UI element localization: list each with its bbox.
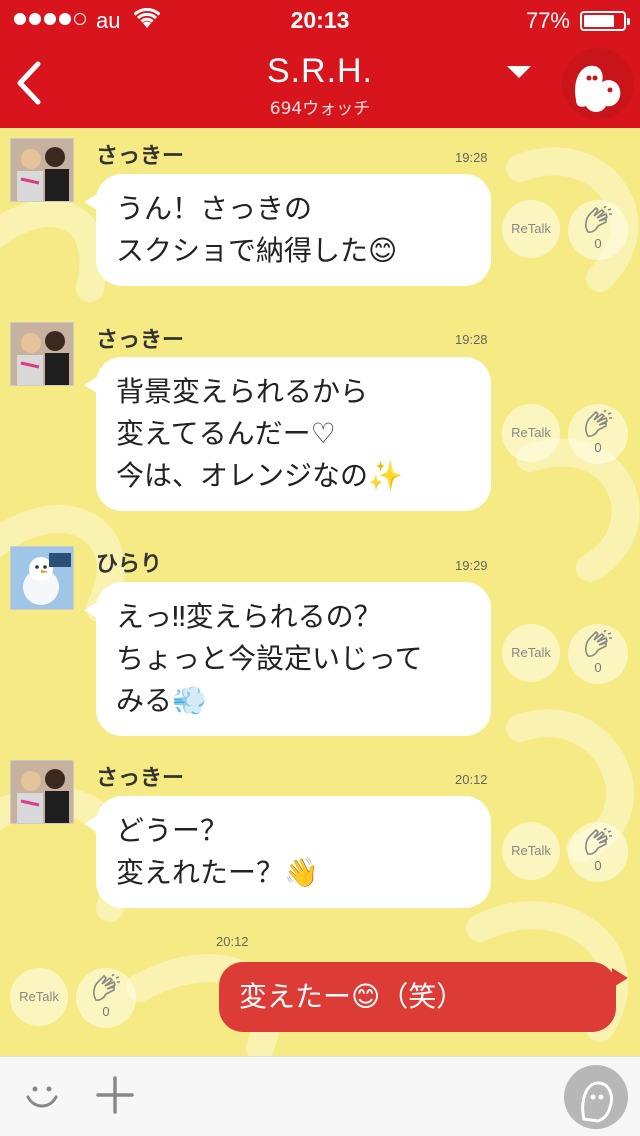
avatar[interactable] xyxy=(10,546,74,610)
clap-button[interactable]: 0 xyxy=(568,624,628,684)
avatar[interactable] xyxy=(10,760,74,824)
avatar[interactable] xyxy=(10,322,74,386)
message-line: 今は、オレンジなの✨ xyxy=(116,459,403,492)
message-time: 20:12 xyxy=(455,772,488,787)
message-line: みる💨 xyxy=(116,684,207,717)
battery-icon xyxy=(580,11,630,31)
clap-button[interactable]: 0 xyxy=(568,200,628,260)
retalk-button[interactable]: ReTalk xyxy=(502,624,560,682)
sender-name: ひらり xyxy=(96,552,163,577)
plus-icon[interactable] xyxy=(95,1075,135,1115)
message-time: 20:12 xyxy=(216,934,249,949)
clap-icon xyxy=(585,630,612,657)
room-title: S.R.H. xyxy=(266,52,374,90)
clap-count: 0 xyxy=(594,440,602,455)
clap-icon xyxy=(585,410,612,437)
clap-icon xyxy=(585,828,612,855)
emoji-icon[interactable] xyxy=(22,1075,62,1115)
sender-name: さっきー xyxy=(96,766,185,791)
clap-count: 0 xyxy=(102,1004,110,1019)
clap-count: 0 xyxy=(594,236,602,251)
message-bubble[interactable]: どうー？ 変えれたー？👋 xyxy=(84,796,491,908)
battery-percentage: 77% xyxy=(525,8,570,33)
sender-name: さっきー xyxy=(96,144,185,169)
retalk-button[interactable]: ReTalk xyxy=(502,200,560,258)
message-line: どうー？ xyxy=(116,814,229,847)
message-line: スクショで納得した😊 xyxy=(116,234,398,267)
clap-count: 0 xyxy=(594,660,602,675)
avatar[interactable] xyxy=(10,138,74,202)
top-bar: au 20:13 77% S.R.H. 694ウォッチ xyxy=(0,0,640,128)
clap-count: 0 xyxy=(594,858,602,873)
message-bubble[interactable]: うん！さっきの スクショで納得した😊 xyxy=(84,174,491,286)
room-avatar[interactable] xyxy=(562,48,634,120)
message-line: えっ‼変えられるの？ xyxy=(116,600,382,633)
message-time: 19:28 xyxy=(455,332,488,347)
clap-button[interactable]: 0 xyxy=(568,822,628,882)
message-time: 19:28 xyxy=(455,150,488,165)
retalk-button[interactable]: ReTalk xyxy=(502,404,560,462)
ghost-mascot-icon xyxy=(562,48,634,120)
retalk-button[interactable]: ReTalk xyxy=(10,968,68,1026)
message-line: うん！さっきの xyxy=(116,192,313,225)
input-bar xyxy=(0,1056,640,1136)
clap-icon xyxy=(93,974,120,1001)
sender-name: さっきー xyxy=(96,328,185,353)
message-line: ちょっと今設定いじって xyxy=(116,642,423,675)
message-bubble[interactable]: えっ‼変えられるの？ ちょっと今設定いじって みる💨 xyxy=(84,582,491,736)
chevron-down-icon[interactable] xyxy=(505,62,533,82)
watch-count: 694ウォッチ xyxy=(269,99,371,119)
clap-button[interactable]: 0 xyxy=(568,404,628,464)
clap-button[interactable]: 0 xyxy=(76,968,136,1028)
message-bubble[interactable]: 背景変えられるから 変えてるんだー♡ 今は、オレンジなの✨ xyxy=(84,357,491,511)
status-bar: au 20:13 77% xyxy=(0,0,640,40)
send-button[interactable] xyxy=(564,1065,628,1129)
ghost-icon xyxy=(581,1081,613,1123)
outgoing-bubble[interactable]: 変えたー😊（笑） xyxy=(219,962,628,1032)
chat-area[interactable]: さっきー 19:28 うん！さっきの スクショで納得した😊 ReTalk 0 さ… xyxy=(0,128,640,1056)
retalk-button[interactable]: ReTalk xyxy=(502,822,560,880)
message-line: 変えれたー？👋 xyxy=(116,856,319,889)
message-time: 19:29 xyxy=(455,558,488,573)
message-line: 変えてるんだー♡ xyxy=(116,417,336,450)
message-line: 背景変えられるから xyxy=(116,375,369,408)
clap-icon xyxy=(585,206,612,233)
